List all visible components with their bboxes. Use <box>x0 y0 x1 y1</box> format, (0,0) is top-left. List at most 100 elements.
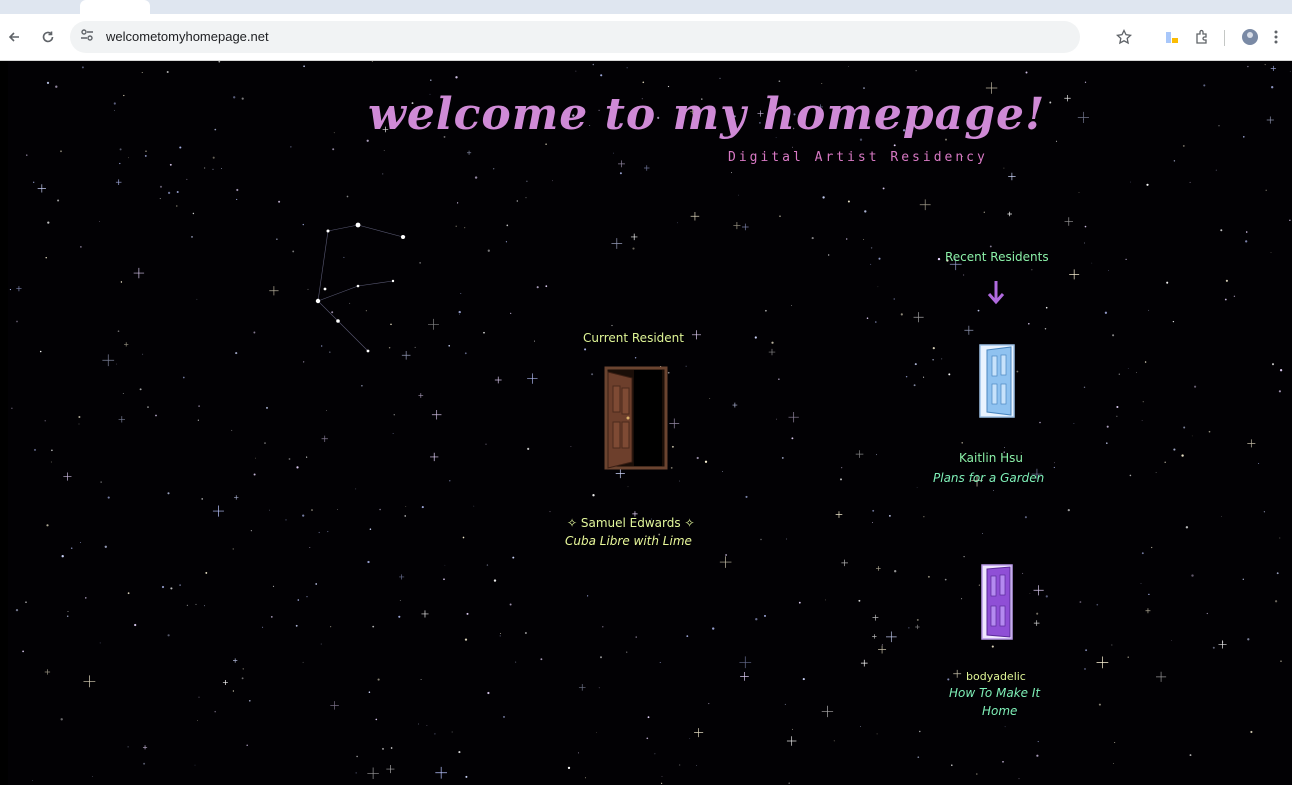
page-subtitle: Digital Artist Residency <box>728 150 988 165</box>
star <box>466 612 469 615</box>
star <box>127 592 130 595</box>
recent-resident-work-2-line2[interactable]: Home <box>982 704 1017 718</box>
star <box>248 699 251 702</box>
puzzle-icon[interactable] <box>1188 23 1216 51</box>
current-resident-door[interactable] <box>604 366 668 474</box>
star <box>382 173 384 175</box>
star-icon[interactable] <box>1110 23 1138 51</box>
star <box>536 286 539 289</box>
star <box>722 471 723 473</box>
star <box>47 221 50 224</box>
star <box>167 492 170 495</box>
recent-resident-work-2-line1[interactable]: How To Make It <box>949 686 1040 700</box>
star <box>1129 474 1132 477</box>
active-tab[interactable] <box>80 0 150 14</box>
star <box>1114 742 1116 743</box>
profile-icon[interactable] <box>1236 23 1264 51</box>
sparkle-star <box>915 624 920 630</box>
star <box>667 371 670 374</box>
star <box>778 378 780 380</box>
sparkle-star <box>855 450 864 458</box>
recent-resident-door-1[interactable] <box>979 344 1015 422</box>
star <box>78 423 80 425</box>
sparkle-star <box>118 416 126 423</box>
star <box>346 195 349 198</box>
star <box>893 298 895 300</box>
star <box>1031 269 1033 271</box>
star <box>978 584 981 586</box>
star <box>791 146 794 148</box>
reload-icon[interactable] <box>34 23 62 51</box>
star <box>1271 363 1275 366</box>
sparkle-star <box>872 614 879 621</box>
star <box>991 645 994 648</box>
star <box>155 414 157 417</box>
star <box>311 509 313 511</box>
star <box>584 777 586 779</box>
star <box>66 615 69 617</box>
site-info-icon[interactable] <box>80 28 94 46</box>
star <box>878 257 881 260</box>
star <box>379 508 381 511</box>
menu-icon[interactable] <box>1262 23 1290 51</box>
star <box>33 448 37 451</box>
star <box>315 583 318 585</box>
star <box>241 677 244 680</box>
star <box>661 775 663 777</box>
back-arrow-icon[interactable] <box>0 23 28 51</box>
star <box>1098 703 1101 706</box>
star <box>369 528 372 530</box>
star <box>499 635 501 637</box>
star <box>98 221 100 223</box>
star <box>455 76 458 79</box>
page-title: welcome to my homepage! <box>368 89 1046 140</box>
current-resident-name[interactable]: ✧ Samuel Edwards ✧ <box>567 516 695 530</box>
recent-resident-name-1[interactable]: Kaitlin Hsu <box>959 451 1023 465</box>
sparkle-star <box>16 286 22 292</box>
extension-icon[interactable] <box>1158 23 1186 51</box>
star <box>221 168 223 169</box>
recent-resident-work-1[interactable]: Plans for a Garden <box>933 471 1044 485</box>
star <box>1024 516 1027 519</box>
star <box>457 202 459 204</box>
star <box>458 310 461 314</box>
star <box>587 595 589 597</box>
star <box>598 687 600 689</box>
star <box>306 596 308 598</box>
star <box>1173 160 1176 162</box>
star <box>1028 322 1030 325</box>
sparkle-star <box>694 728 704 738</box>
star <box>246 744 248 747</box>
homepage-canvas: welcome to my homepage! Digital Artist R… <box>8 61 1292 785</box>
address-bar[interactable]: welcometomyhomepage.net <box>70 21 1080 53</box>
current-resident-work[interactable]: Cuba Libre with Lime <box>565 534 692 548</box>
star <box>70 547 73 549</box>
star <box>426 724 428 726</box>
star <box>448 344 451 347</box>
star <box>1085 649 1088 652</box>
star <box>1054 462 1055 464</box>
recent-resident-name-2[interactable]: bodyadelic <box>966 670 1026 683</box>
star <box>176 190 179 194</box>
star <box>486 564 489 566</box>
sparkle-star <box>102 354 115 367</box>
star <box>418 723 419 725</box>
star <box>51 449 53 452</box>
browser-toolbar: welcometomyhomepage.net <box>0 14 1292 61</box>
recent-resident-door-2[interactable] <box>981 564 1013 644</box>
sparkle-star <box>142 745 148 750</box>
star <box>1265 189 1267 192</box>
star <box>670 466 673 469</box>
sparkle-star <box>885 631 897 643</box>
star <box>232 548 234 550</box>
star <box>212 156 215 159</box>
star <box>678 480 680 482</box>
star <box>503 715 505 718</box>
star <box>1018 778 1020 780</box>
sparkle-star <box>435 766 448 779</box>
star <box>1242 578 1244 580</box>
url-text[interactable]: welcometomyhomepage.net <box>106 29 269 44</box>
star <box>764 614 766 617</box>
star <box>696 456 699 460</box>
star <box>375 718 378 721</box>
